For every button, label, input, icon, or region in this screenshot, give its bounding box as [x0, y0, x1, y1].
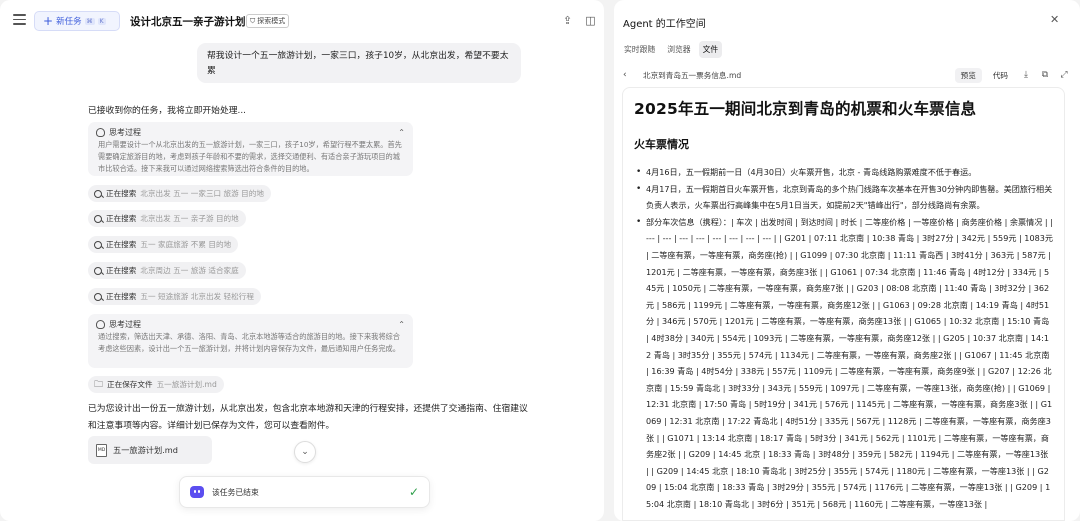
- search-step[interactable]: 正在搜索 北京周边 五一 旅游 适合家庭: [88, 262, 246, 279]
- tab-live-follow[interactable]: 实时跟随: [620, 41, 659, 58]
- search-step[interactable]: 正在搜索 北京出发 五一 一家三口 旅游 目的地: [88, 185, 271, 202]
- section-heading: 火车票情况: [634, 138, 689, 151]
- chat-header: + 新任务 ⌘ K 设计北京五一亲子游计划 ⛉ 探索模式 ⇪ ◫: [0, 0, 604, 42]
- search-query: 五一 短途旅游 北京出发 轻松行程: [140, 292, 254, 301]
- search-step[interactable]: 正在搜索 北京出发 五一 亲子游 目的地: [88, 210, 246, 227]
- task-complete-text: 该任务已结束: [212, 487, 259, 497]
- tab-files[interactable]: 文件: [698, 41, 723, 58]
- new-task-label: 新任务: [56, 17, 82, 27]
- list-item: 4月16日，五一假期前一日（4月30日）火车票开售，北京 - 青岛线路购票难度不…: [634, 164, 1053, 181]
- lightbulb-icon: [96, 320, 105, 329]
- lightbulb-icon: [96, 128, 105, 137]
- workspace-title: Agent 的工作空间: [623, 19, 706, 30]
- searching-label: 正在搜索: [106, 266, 137, 275]
- shortcut-key: K: [97, 17, 106, 25]
- saving-file-name: 五一旅游计划.md: [156, 380, 217, 389]
- preview-button[interactable]: 预览: [954, 67, 982, 83]
- scroll-down-button[interactable]: ⌄: [294, 441, 316, 463]
- back-arrow-icon[interactable]: ‹: [623, 70, 637, 80]
- file-name: 北京到青岛五一票务信息.md: [643, 70, 742, 80]
- plus-icon: +: [43, 14, 54, 28]
- chevron-up-icon[interactable]: ⌃: [398, 320, 405, 329]
- workspace-tabs: 实时跟随 浏览器 文件: [620, 41, 723, 58]
- mode-badge-label: 探索模式: [257, 17, 286, 25]
- chevron-up-icon[interactable]: ⌃: [398, 128, 405, 137]
- bullet-list: 4月16日，五一假期前一日（4月30日）火车票开售，北京 - 青岛线路购票难度不…: [634, 164, 1053, 512]
- thinking-text: 通过搜索，筛选出天津、承德、洛阳、青岛、北京本地游等适合的旅游目的地。接下来我将…: [98, 332, 400, 353]
- attachment-card[interactable]: MD 五一旅游计划.md: [88, 436, 212, 464]
- thinking-block[interactable]: 思考过程 ⌃ 通过搜索，筛选出天津、承德、洛阳、青岛、北京本地游等适合的旅游目的…: [88, 314, 413, 368]
- saving-label: 正在保存文件: [107, 380, 153, 389]
- close-icon[interactable]: ✕: [1050, 13, 1059, 26]
- searching-label: 正在搜索: [106, 214, 137, 223]
- searching-label: 正在搜索: [106, 240, 137, 249]
- search-icon: [94, 266, 102, 275]
- mode-badge: ⛉ 探索模式: [246, 14, 290, 28]
- new-task-button[interactable]: + 新任务 ⌘ K: [34, 11, 120, 31]
- search-icon: [94, 189, 102, 198]
- file-actions: 预览 代码 ⤓ ⧉ ⤢: [954, 67, 1071, 83]
- sidebar-toggle-icon[interactable]: [13, 14, 26, 27]
- code-button[interactable]: 代码: [987, 68, 1014, 83]
- markdown-file-icon: MD: [96, 443, 107, 457]
- tab-browser[interactable]: 浏览器: [663, 41, 694, 58]
- thinking-header[interactable]: 思考过程 ⌃: [96, 126, 405, 139]
- download-icon[interactable]: ⤓: [1019, 70, 1033, 80]
- searching-label: 正在搜索: [106, 189, 137, 198]
- shortcut-key: ⌘: [84, 17, 95, 25]
- user-message: 帮我设计一个五一旅游计划，一家三口，孩子10岁，从北京出发，希望不要太累: [197, 43, 521, 83]
- chat-pane: + 新任务 ⌘ K 设计北京五一亲子游计划 ⛉ 探索模式 ⇪ ◫ 帮我设计一个五…: [0, 0, 604, 521]
- shield-icon: ⛉: [250, 16, 256, 25]
- copy-icon[interactable]: ⧉: [1038, 70, 1052, 80]
- search-icon: [94, 240, 102, 249]
- searching-label: 正在搜索: [106, 292, 137, 301]
- save-file-step[interactable]: 🗀 正在保存文件 五一旅游计划.md: [88, 376, 224, 393]
- expand-icon[interactable]: ⤢: [1057, 70, 1071, 80]
- thinking-label: 思考过程: [109, 128, 141, 137]
- task-complete-bar: 该任务已结束 ✓: [179, 476, 430, 508]
- workspace-pane: Agent 的工作空间 ✕ 实时跟随 浏览器 文件 ‹ 北京到青岛五一票务信息.…: [614, 0, 1080, 521]
- search-icon: [94, 214, 102, 223]
- panel-toggle-icon[interactable]: ◫: [584, 14, 597, 27]
- search-query: 北京周边 五一 旅游 适合家庭: [140, 266, 239, 275]
- check-icon: ✓: [408, 485, 419, 499]
- share-icon[interactable]: ⇪: [561, 14, 574, 27]
- search-step[interactable]: 正在搜索 五一 家庭旅游 不累 目的地: [88, 236, 239, 253]
- thinking-text: 用户需要设计一个从北京出发的五一旅游计划，一家三口，孩子10岁，希望行程不要太累…: [98, 140, 402, 173]
- search-step[interactable]: 正在搜索 五一 短途旅游 北京出发 轻松行程: [88, 288, 261, 305]
- search-query: 北京出发 五一 一家三口 旅游 目的地: [140, 189, 264, 198]
- assistant-ack: 已接收到你的任务，我将立即开始处理...: [88, 106, 246, 116]
- thinking-label: 思考过程: [109, 320, 141, 329]
- search-query: 五一 家庭旅游 不累 目的地: [140, 240, 232, 249]
- document-preview[interactable]: 2025年五一期间北京到青岛的机票和火车票信息 火车票情况 4月16日，五一假期…: [622, 87, 1065, 521]
- agent-avatar-icon: [190, 486, 204, 498]
- assistant-summary: 已为您设计出一份五一旅游计划，从北京出发，包含北京本地游和天津的行程安排，还提供…: [88, 404, 528, 431]
- chevron-down-icon: ⌄: [301, 447, 309, 457]
- file-toolbar: ‹ 北京到青岛五一票务信息.md 预览 代码 ⤓ ⧉ ⤢: [623, 66, 1071, 84]
- task-title: 设计北京五一亲子游计划: [130, 16, 246, 28]
- document-title: 2025年五一期间北京到青岛的机票和火车票信息: [634, 100, 977, 118]
- search-icon: [94, 292, 102, 301]
- list-item: 4月17日，五一假期首日火车票开售，北京到青岛的多个热门线路车次基本在开售30分…: [634, 181, 1053, 214]
- search-query: 北京出发 五一 亲子游 目的地: [140, 214, 239, 223]
- attachment-name: 五一旅游计划.md: [113, 445, 178, 455]
- thinking-block[interactable]: 思考过程 ⌃ 用户需要设计一个从北京出发的五一旅游计划，一家三口，孩子10岁，希…: [88, 122, 413, 176]
- list-item: 部分车次信息（携程）：| 车次 | 出发时间 | 到达时间 | 时长 | 二等座…: [634, 214, 1053, 513]
- thinking-header[interactable]: 思考过程 ⌃: [96, 318, 405, 331]
- folder-icon: 🗀: [94, 379, 104, 390]
